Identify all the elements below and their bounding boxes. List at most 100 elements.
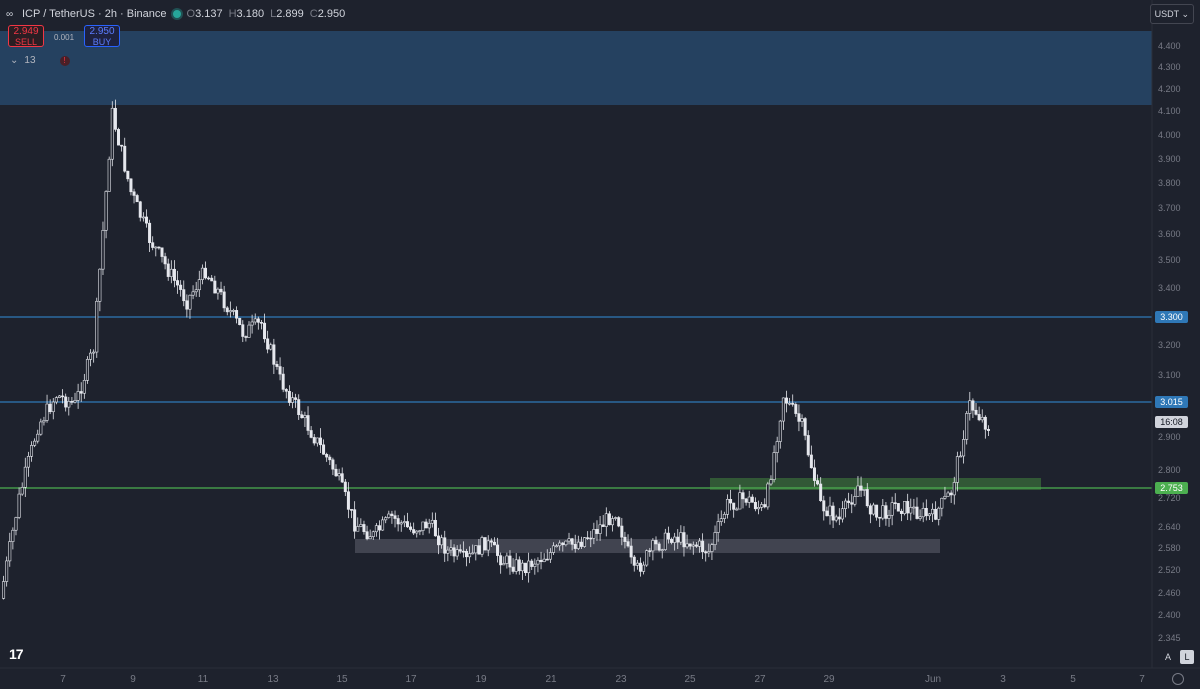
candle-body bbox=[303, 415, 307, 419]
candle-body bbox=[393, 515, 397, 519]
candle-body bbox=[374, 525, 378, 533]
candle-body bbox=[766, 483, 770, 508]
candle-body bbox=[356, 526, 360, 532]
candle-body bbox=[471, 552, 475, 555]
candle-body bbox=[763, 504, 767, 508]
candle-body bbox=[555, 545, 559, 548]
candle-body bbox=[455, 549, 459, 557]
candle-body bbox=[548, 552, 552, 560]
candle-body bbox=[135, 195, 139, 203]
candle-body bbox=[931, 508, 935, 515]
candle-body bbox=[688, 543, 692, 547]
symbol-title[interactable]: ICP / TetherUS · 2h · Binance bbox=[22, 8, 167, 20]
candle-body bbox=[154, 246, 158, 249]
candle-body bbox=[583, 537, 587, 547]
candle-body bbox=[601, 524, 605, 527]
candle-body bbox=[539, 559, 543, 563]
chevron-down-icon: ⌄ bbox=[1181, 9, 1189, 19]
candle-body bbox=[98, 268, 102, 302]
candle-body bbox=[266, 338, 270, 350]
candle-body bbox=[698, 540, 702, 547]
x-tick: 23 bbox=[615, 674, 627, 685]
candle-body bbox=[890, 502, 894, 516]
candle-body bbox=[110, 107, 114, 160]
y-tick: 3.400 bbox=[1158, 283, 1181, 293]
x-tick: 13 bbox=[267, 674, 279, 685]
candle-body bbox=[235, 310, 239, 319]
alert-icon[interactable]: ! bbox=[59, 55, 70, 66]
tradingview-chart-window: ∞ ICP / TetherUS · 2h · Binance O3.137 H… bbox=[0, 0, 1200, 689]
chevron-down-icon: ⌄ bbox=[10, 55, 19, 66]
auto-scale-button[interactable]: A bbox=[1161, 650, 1175, 664]
y-tick: 2.580 bbox=[1158, 543, 1181, 553]
sell-button[interactable]: 2.949 SELL bbox=[8, 25, 44, 47]
candle-body bbox=[39, 421, 43, 435]
candle-body bbox=[57, 395, 61, 398]
candle-body bbox=[974, 409, 978, 415]
candle-body bbox=[666, 532, 670, 540]
candle-body bbox=[844, 500, 848, 510]
candle-body bbox=[607, 513, 611, 526]
candle-body bbox=[965, 413, 969, 440]
level-label-3015[interactable]: 3.015 bbox=[1155, 396, 1188, 408]
candle-body bbox=[614, 517, 618, 519]
candle-body bbox=[446, 549, 450, 554]
y-tick: 4.200 bbox=[1158, 84, 1181, 94]
candle-body bbox=[719, 518, 723, 522]
candle-body bbox=[477, 545, 481, 555]
currency-selector[interactable]: USDT ⌄ bbox=[1149, 4, 1194, 24]
candle-body bbox=[579, 541, 583, 547]
indicator-toggle[interactable]: ⌄ 13 ! bbox=[10, 55, 70, 66]
candle-body bbox=[729, 499, 733, 504]
x-tick: 27 bbox=[754, 674, 766, 685]
candle-body bbox=[353, 509, 357, 532]
candle-body bbox=[784, 397, 788, 404]
ohlc-value: 3.137 bbox=[195, 8, 223, 20]
candle-body bbox=[176, 280, 180, 286]
candle-body bbox=[284, 389, 288, 392]
ohlc-key: C bbox=[309, 8, 318, 20]
gear-icon[interactable] bbox=[1172, 673, 1184, 685]
candle-body bbox=[67, 401, 71, 408]
level-label-2753[interactable]: 2.753 bbox=[1155, 482, 1188, 494]
candle-body bbox=[36, 433, 40, 442]
candle-body bbox=[701, 540, 705, 552]
candle-body bbox=[104, 191, 108, 231]
y-tick: 4.300 bbox=[1158, 62, 1181, 72]
candle-body bbox=[396, 518, 400, 525]
candle-body bbox=[160, 247, 164, 257]
buy-button[interactable]: 2.950 BUY bbox=[84, 25, 120, 47]
candle-body bbox=[204, 267, 208, 279]
candle-body bbox=[387, 513, 391, 518]
log-scale-button[interactable]: L bbox=[1180, 650, 1194, 664]
candle-body bbox=[337, 473, 341, 477]
link-icon[interactable]: ∞ bbox=[6, 9, 16, 20]
candle-body bbox=[101, 230, 105, 270]
candle-body bbox=[530, 560, 534, 567]
candle-body bbox=[819, 483, 823, 502]
candle-body bbox=[788, 402, 792, 405]
candle-body bbox=[210, 277, 214, 282]
candle-body bbox=[253, 318, 257, 323]
candle-body bbox=[536, 559, 540, 565]
tradingview-logo: 17 bbox=[9, 646, 24, 662]
candle-body bbox=[166, 263, 170, 277]
candle-body bbox=[20, 486, 24, 495]
candle-body bbox=[368, 536, 372, 540]
candle-body bbox=[533, 563, 537, 567]
candlestick-series bbox=[2, 99, 990, 600]
candle-body bbox=[875, 504, 879, 518]
candle-body bbox=[651, 540, 655, 552]
level-label-3300[interactable]: 3.300 bbox=[1155, 311, 1188, 323]
candle-body bbox=[499, 555, 503, 566]
chart-canvas[interactable] bbox=[0, 0, 1200, 689]
blue-resistance-zone bbox=[0, 31, 1152, 105]
y-tick: 3.900 bbox=[1158, 154, 1181, 164]
candle-body bbox=[207, 277, 211, 280]
candle-body bbox=[169, 268, 173, 277]
candle-body bbox=[983, 416, 987, 430]
candle-body bbox=[126, 170, 130, 180]
candle-body bbox=[17, 493, 21, 518]
candle-body bbox=[185, 300, 189, 310]
candle-body bbox=[290, 397, 294, 403]
